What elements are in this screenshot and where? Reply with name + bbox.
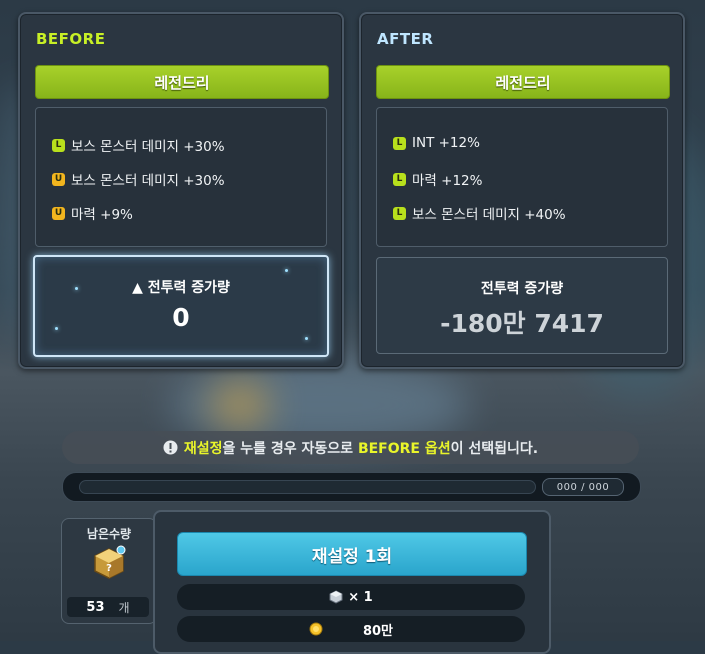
cube-cost-row: × 1 bbox=[177, 584, 525, 610]
sparkle-decoration bbox=[305, 337, 308, 340]
progress-bar: 000 / 000 bbox=[62, 472, 641, 502]
before-option-3: U 마력 +9% bbox=[52, 203, 133, 223]
after-panel: AFTER 레전드리 L INT +12% L 마력 +12% L 보스 몬스터… bbox=[359, 12, 685, 369]
sparkle-decoration bbox=[75, 287, 78, 290]
before-panel: BEFORE 레전드리 L 보스 몬스터 데미지 +30% U 보스 몬스터 데… bbox=[18, 12, 344, 369]
meso-cost-value: 80만 bbox=[362, 623, 394, 639]
after-power-value: -180만 7417 bbox=[440, 309, 604, 338]
notice-before-option: BEFORE 옵션 bbox=[357, 440, 451, 457]
after-options-box: L INT +12% L 마력 +12% L 보스 몬스터 데미지 +40% bbox=[376, 107, 668, 247]
reset-action-panel: 재설정 1회 × 1 80만 bbox=[153, 510, 551, 654]
remaining-label: 남은수량 bbox=[86, 527, 132, 541]
before-header: BEFORE bbox=[36, 30, 106, 48]
unique-grade-badge-icon: U bbox=[52, 206, 65, 220]
sparkle-decoration bbox=[55, 327, 58, 330]
cube-icon: ? bbox=[92, 545, 126, 581]
after-power-title: 전투력 증가량 bbox=[480, 281, 564, 297]
after-grade-bar: 레전드리 bbox=[376, 65, 670, 99]
before-grade-label: 레전드리 bbox=[154, 73, 210, 92]
unique-grade-badge-icon: U bbox=[52, 172, 65, 186]
remaining-cube-box: 남은수량 ? 53 개 bbox=[61, 518, 157, 624]
before-power-title: ▲ 전투력 증가량 bbox=[132, 280, 230, 296]
remaining-count: 53 개 bbox=[67, 597, 149, 617]
notice-text-end: 이 선택됩니다. bbox=[450, 440, 539, 457]
after-option-3: L 보스 몬스터 데미지 +40% bbox=[393, 203, 566, 223]
cube-cost-value: × 1 bbox=[348, 589, 373, 605]
notice-reset-word: 재설정 bbox=[183, 440, 223, 457]
before-option-text: 보스 몬스터 데미지 +30% bbox=[71, 139, 225, 155]
after-grade-label: 레전드리 bbox=[495, 73, 551, 92]
notice-text: 을 누를 경우 자동으로 bbox=[222, 440, 358, 457]
after-option-1: L INT +12% bbox=[393, 135, 480, 151]
svg-text:?: ? bbox=[106, 563, 112, 574]
before-option-2: U 보스 몬스터 데미지 +30% bbox=[52, 169, 225, 189]
progress-track bbox=[79, 480, 536, 494]
legendary-grade-badge-icon: L bbox=[393, 206, 406, 220]
before-grade-bar: 레전드리 bbox=[35, 65, 329, 99]
remaining-count-unit: 개 bbox=[118, 600, 130, 615]
after-power-box[interactable]: 전투력 증가량 -180만 7417 bbox=[376, 257, 668, 354]
meso-coin-icon bbox=[309, 622, 323, 636]
before-option-text: 보스 몬스터 데미지 +30% bbox=[71, 173, 225, 189]
cube-cost-icon bbox=[329, 590, 343, 604]
auto-select-notice: 재설정 을 누를 경우 자동으로 BEFORE 옵션 이 선택됩니다. bbox=[62, 431, 639, 464]
after-option-text: INT +12% bbox=[412, 135, 480, 151]
remaining-count-value: 53 bbox=[86, 599, 105, 615]
after-header: AFTER bbox=[377, 30, 434, 48]
legendary-grade-badge-icon: L bbox=[52, 138, 65, 152]
background-blob bbox=[210, 380, 270, 430]
meso-cost-row: 80만 bbox=[177, 616, 525, 642]
sparkle-decoration bbox=[285, 269, 288, 272]
before-option-1: L 보스 몬스터 데미지 +30% bbox=[52, 135, 225, 155]
before-power-box[interactable]: ▲ 전투력 증가량 0 bbox=[33, 255, 329, 357]
before-option-text: 마력 +9% bbox=[71, 207, 133, 223]
legendary-grade-badge-icon: L bbox=[393, 136, 406, 150]
after-option-text: 보스 몬스터 데미지 +40% bbox=[412, 207, 566, 223]
exclamation-circle-icon bbox=[163, 440, 178, 455]
before-power-value: 0 bbox=[172, 303, 190, 332]
after-option-2: L 마력 +12% bbox=[393, 169, 482, 189]
legendary-grade-badge-icon: L bbox=[393, 172, 406, 186]
before-options-box: L 보스 몬스터 데미지 +30% U 보스 몬스터 데미지 +30% U 마력… bbox=[35, 107, 327, 247]
progress-count: 000 / 000 bbox=[542, 478, 624, 496]
reset-once-button[interactable]: 재설정 1회 bbox=[177, 532, 527, 576]
after-option-text: 마력 +12% bbox=[412, 173, 483, 189]
